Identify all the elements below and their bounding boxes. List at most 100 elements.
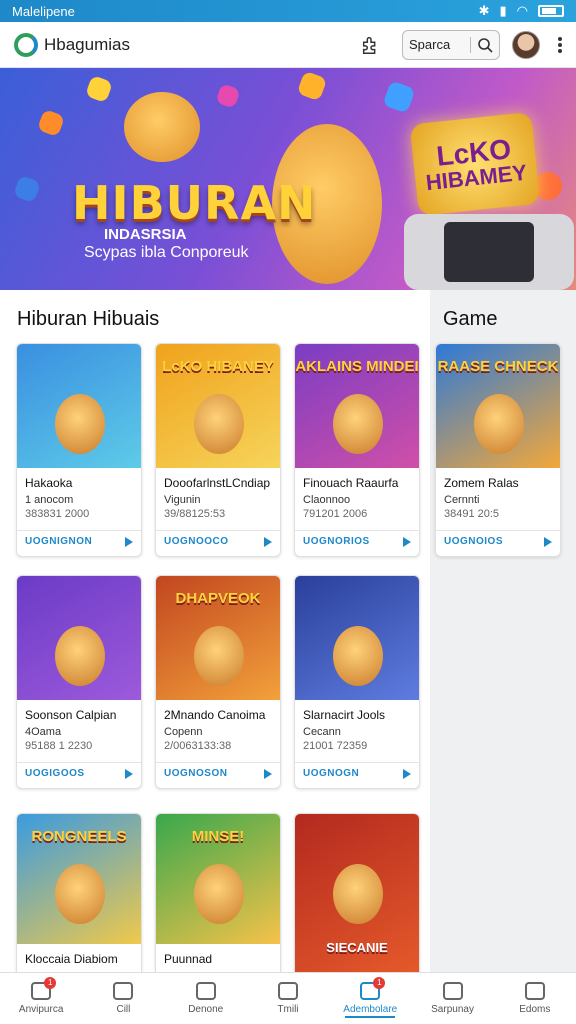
plane-icon[interactable] <box>113 982 134 1000</box>
game-meta: 38491 20:5 <box>444 508 500 520</box>
game-meta: 95188 1 2230 <box>25 740 93 752</box>
game-card[interactable]: LcKO HIBANEY DooofarlnstLCndiap Vigunin 39/… <box>155 343 281 557</box>
card-divider <box>295 530 419 531</box>
hero-banner[interactable]: HIBURAN INDASRSIA Scypas ibla Conporeuk … <box>0 68 576 290</box>
card-action-label[interactable]: UOGNORIOS <box>303 536 370 547</box>
nav-item[interactable]: 1 Adembolare <box>329 973 411 1024</box>
game-title: Zomem Ralas <box>444 476 519 490</box>
card-divider <box>156 762 280 763</box>
game-subtitle: Claonnoo <box>303 494 351 506</box>
hero-subtitle-2: Scypas ibla Conporeuk <box>84 244 249 261</box>
card-action[interactable]: UOGNOIOS <box>444 536 552 547</box>
play-icon[interactable] <box>125 536 133 547</box>
nav-item[interactable]: Denone <box>165 973 247 1024</box>
user-icon[interactable] <box>524 982 545 1000</box>
game-title: Finouach Raaurfa <box>303 476 399 490</box>
card-action-label[interactable]: UOGNIGNON <box>25 536 92 547</box>
card-action[interactable]: UOGNOSON <box>164 768 272 779</box>
character-illustration <box>474 394 524 454</box>
character-illustration <box>55 394 105 454</box>
game-thumbnail[interactable]: RAASE CHNECK <box>436 344 560 468</box>
search-divider <box>470 36 471 53</box>
thumbnail-title: AKLAINS MINDEI <box>295 358 419 375</box>
nav-item[interactable]: Sarpunay <box>411 973 493 1024</box>
game-title: 2Mnando Canoima <box>164 708 266 722</box>
game-thumbnail[interactable] <box>295 576 419 700</box>
mascot-character <box>124 92 200 162</box>
game-title: Kloccaia Diabiom <box>25 952 118 966</box>
gem-decoration <box>215 83 241 109</box>
nav-item[interactable]: Tmili <box>247 973 329 1024</box>
game-thumbnail[interactable]: SIECANIE <box>295 814 419 974</box>
game-card[interactable]: MINSE! Puunnad <box>155 813 281 982</box>
character-illustration <box>55 864 105 924</box>
nav-label: Cill <box>116 1004 131 1015</box>
character-illustration <box>194 626 244 686</box>
card-action-label[interactable]: UOGNOSON <box>164 768 227 779</box>
card-action[interactable]: UOGIGOOS <box>25 768 133 779</box>
card-divider <box>156 530 280 531</box>
game-thumbnail[interactable] <box>17 344 141 468</box>
game-thumbnail[interactable]: RONGNEELS <box>17 814 141 944</box>
nav-item[interactable]: 1 Anvipurca <box>0 973 82 1024</box>
grid-icon[interactable] <box>195 982 216 1000</box>
hero-badge: LcKO HIBAMEY <box>409 111 541 217</box>
card-divider <box>17 762 141 763</box>
status-bar: Malelipene ✱ ▮ ◠ <box>0 0 576 22</box>
nav-item[interactable]: Edoms <box>494 973 576 1024</box>
bluetooth-icon: ✱ <box>478 3 490 18</box>
game-title: Hakaoka <box>25 476 73 490</box>
app-logo-icon <box>14 32 38 57</box>
card-action-label[interactable]: UOGNOIOS <box>444 536 503 547</box>
card-action-label[interactable]: UOGNOOCO <box>164 536 229 547</box>
play-icon[interactable] <box>403 536 411 547</box>
card-action[interactable]: UOGNOOCO <box>164 536 272 547</box>
play-icon[interactable] <box>544 536 552 547</box>
game-thumbnail[interactable]: MINSE! <box>156 814 280 944</box>
game-title: DooofarlnstLCndiap <box>164 476 271 490</box>
smile-icon[interactable] <box>442 982 463 1000</box>
game-card[interactable]: Hakaoka 1 anocom 383831 2000 UOGNIGNON <box>16 343 142 557</box>
thumbnail-title: RAASE CHNECK <box>437 358 559 375</box>
game-subtitle: 1 anocom <box>25 494 74 506</box>
play-icon[interactable] <box>264 536 272 547</box>
game-card[interactable]: RAASE CHNECK Zomem Ralas Cernnti 38491 20:5… <box>435 343 561 557</box>
thumbnail-title: SIECANIE <box>326 940 388 955</box>
app-bar: Hbagumias Sparca <box>0 22 576 68</box>
game-thumbnail[interactable] <box>17 576 141 700</box>
card-action-label[interactable]: UOGIGOOS <box>25 768 85 779</box>
game-card[interactable]: RONGNEELS Kloccaia Diabiom <box>16 813 142 982</box>
play-icon[interactable] <box>264 768 272 779</box>
game-controller-icon <box>404 214 574 290</box>
search-icon[interactable] <box>477 37 493 53</box>
card-action-label[interactable]: UOGNOGN <box>303 768 359 779</box>
card-action[interactable]: UOGNORIOS <box>303 536 411 547</box>
game-card[interactable]: DHAPVEOK 2Mnando Canoima Copenn 2/0063133:3… <box>155 575 281 789</box>
nav-item[interactable]: Cill <box>82 973 164 1024</box>
game-thumbnail[interactable]: LcKO HIBANEY <box>156 344 280 468</box>
note-icon[interactable] <box>277 982 298 1000</box>
wifi-icon: ◠ <box>516 3 528 18</box>
card-action[interactable]: UOGNOGN <box>303 768 411 779</box>
game-card[interactable]: Soonson Calpian 4Oama 95188 1 2230 UOGIGOOS <box>16 575 142 789</box>
more-options-icon[interactable] <box>558 36 562 53</box>
play-icon[interactable] <box>403 768 411 779</box>
thumbnail-title: DHAPVEOK <box>175 590 261 607</box>
game-subtitle: Cecann <box>303 726 341 738</box>
game-thumbnail[interactable]: AKLAINS MINDEI <box>295 344 419 468</box>
game-card[interactable]: Slarnacirt Jools Cecann 21001 72359 UOGNOGN <box>294 575 420 789</box>
puzzle-icon[interactable] <box>360 34 382 56</box>
game-card[interactable]: AKLAINS MINDEI Finouach Raaurfa Claonnoo 79… <box>294 343 420 557</box>
card-action[interactable]: UOGNIGNON <box>25 536 133 547</box>
game-thumbnail[interactable]: DHAPVEOK <box>156 576 280 700</box>
character-illustration <box>55 626 105 686</box>
notification-badge: 1 <box>44 977 57 989</box>
search-box[interactable]: Sparca <box>402 29 500 60</box>
avatar[interactable] <box>512 30 540 59</box>
game-subtitle: Cernnti <box>444 494 480 506</box>
gem-decoration <box>36 108 66 138</box>
play-icon[interactable] <box>125 768 133 779</box>
game-title: Soonson Calpian <box>25 708 117 722</box>
game-subtitle: Vigunin <box>164 494 201 506</box>
game-card[interactable]: SIECANIE <box>294 813 420 982</box>
